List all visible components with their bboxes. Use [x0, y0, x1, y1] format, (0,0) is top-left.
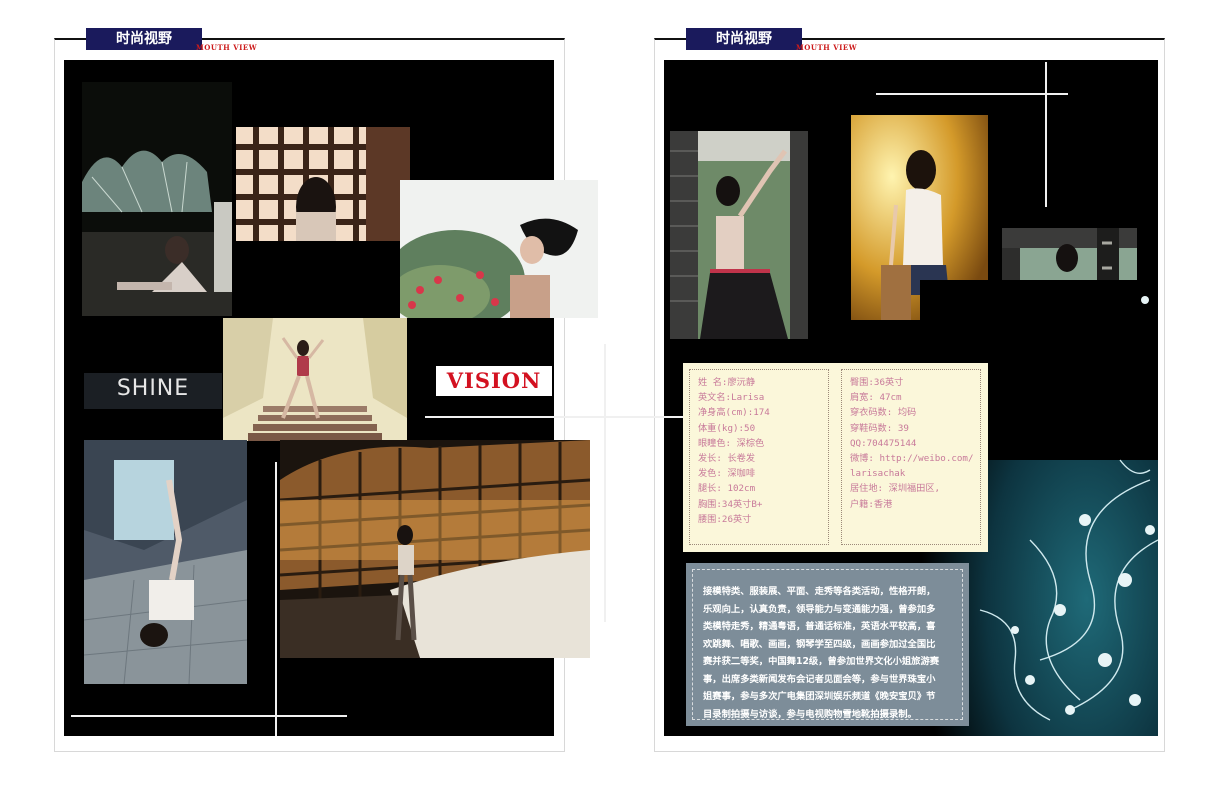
profile-line: 英文名:Larisa: [698, 392, 765, 404]
bio-line: 接模特类、服装展、平面、走秀等各类活动，性格开朗，: [703, 586, 936, 597]
bio-line: 类模特走秀，精通粤语，普通话标准，英语水平较高，喜: [703, 621, 936, 632]
right-section-title: 时尚视野: [686, 28, 802, 50]
bio-line: 姐赛事，参与多次广电集团深圳娱乐频道《晚安宝贝》节: [703, 691, 936, 702]
profile-line: 居住地: 深圳福田区,: [850, 483, 941, 495]
right-section-subtitle: MOUTH VIEW: [796, 43, 858, 52]
profile-line: 胸围:34英寸B+: [698, 498, 763, 510]
photo-lying-pose: [84, 440, 247, 684]
profile-line: 眼瞳色: 深棕色: [698, 437, 765, 449]
profile-line: 肩宽: 47cm: [850, 392, 902, 404]
profile-column-left: 姓 名:廖沅静 英文名:Larisa 净身高(cm):174 体重(kg):50…: [689, 369, 829, 545]
photo-brick-pillar: [670, 131, 808, 339]
photo-window-lattice: [236, 127, 410, 241]
photo-glass-dome-night: [82, 82, 232, 316]
divider-horizontal: [876, 93, 1068, 95]
profile-line: 户籍:香港: [850, 498, 893, 510]
profile-column-right: 臀围:36英寸 肩宽: 47cm 穿衣码数: 均码 穿鞋码数: 39 QQ:70…: [841, 369, 981, 545]
photo-stairs: [223, 318, 407, 441]
shine-text: SHINE: [116, 376, 190, 401]
profile-line: 姓 名:廖沅静: [698, 377, 755, 388]
profile-line: 腿长: 102cm: [698, 483, 756, 495]
profile-line: 穿衣码数: 均码: [850, 407, 917, 419]
bio-text: 接模特类、服装展、平面、走秀等各类活动，性格开朗， 乐观向上，认真负责，领导能力…: [692, 569, 963, 720]
divider-vertical: [275, 462, 277, 736]
profile-line: QQ:704475144: [850, 437, 917, 449]
divider-vertical: [1045, 62, 1047, 207]
shine-logo: SHINE: [84, 373, 222, 409]
photo-flowers-hair: [400, 180, 598, 318]
profile-line: 臀围:36英寸: [850, 377, 904, 388]
divider-vertical: [604, 344, 606, 622]
vision-logo: VISION: [436, 366, 552, 396]
bio-line: 赛并获二等奖，中国舞12级，曾参加世界文化小姐旅游赛: [703, 656, 940, 667]
divider-horizontal: [71, 715, 347, 717]
profile-info-box: 姓 名:廖沅静 英文名:Larisa 净身高(cm):174 体重(kg):50…: [683, 363, 988, 552]
profile-line: 发色: 深咖啡: [698, 468, 755, 480]
photo-building-night: [280, 440, 590, 658]
profile-line: 净身高(cm):174: [698, 407, 770, 419]
bio-line: 目录制拍摄与访谈，参与电视购物雪地靴拍摄录制。: [703, 708, 917, 720]
profile-line: 体重(kg):50: [698, 422, 756, 434]
bio-line: 乐观向上，认真负责，领导能力与变通能力强，曾参加多: [703, 603, 936, 615]
bio-box: 接模特类、服装展、平面、走秀等各类活动，性格开朗， 乐观向上，认真负责，领导能力…: [686, 563, 969, 726]
profile-line: 腰围:26英寸: [698, 513, 752, 525]
left-section-title: 时尚视野: [86, 28, 202, 50]
bio-line: 事，出席多类新闻发布会记者见面会等，参与世界珠宝小: [703, 673, 936, 685]
divider-horizontal: [425, 416, 685, 418]
profile-line: 微博: http://weibo.com/: [850, 453, 974, 465]
profile-line: larisachak: [850, 468, 906, 480]
left-section-subtitle: MOUTH VIEW: [196, 43, 258, 52]
profile-line: 发长: 长卷发: [698, 453, 755, 465]
bio-line: 欢跳舞、唱歌、画画，钢琴学至四级，画画参加过全国比: [703, 638, 936, 650]
profile-line: 穿鞋码数: 39: [850, 422, 909, 434]
